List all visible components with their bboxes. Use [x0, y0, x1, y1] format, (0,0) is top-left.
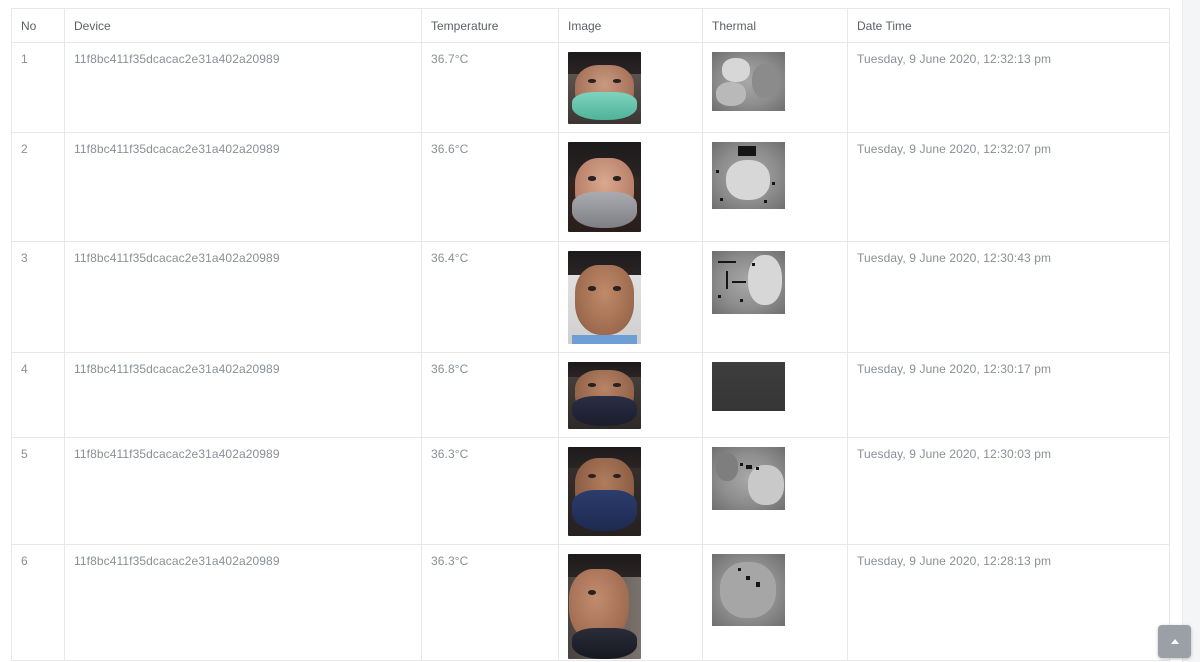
temperature-log-table-container: No Device Temperature Image Thermal Date… [11, 8, 1170, 661]
cell-thermal [702, 352, 848, 438]
table-row: 4 11f8bc411f35dcacac2e31a402a20989 36.8°… [11, 352, 1170, 438]
cell-thermal [702, 132, 848, 242]
cell-date-time: Tuesday, 9 June 2020, 12:30:17 pm [847, 352, 1170, 438]
thermal-image [712, 554, 785, 626]
table-row: 2 11f8bc411f35dcacac2e31a402a20989 36.6°… [11, 132, 1170, 242]
thermal-image [712, 52, 785, 111]
cell-no: 6 [11, 544, 65, 661]
cell-date-time: Tuesday, 9 June 2020, 12:32:07 pm [847, 132, 1170, 242]
column-header-no: No [11, 8, 65, 43]
column-header-date-time: Date Time [847, 8, 1170, 43]
cell-thermal [702, 437, 848, 545]
table-row: 6 11f8bc411f35dcacac2e31a402a20989 36.3°… [11, 544, 1170, 661]
column-header-device: Device [64, 8, 422, 43]
cell-image [558, 544, 703, 661]
face-photo [568, 554, 641, 659]
thermal-image [712, 447, 785, 510]
cell-temperature: 36.6°C [421, 132, 559, 242]
cell-temperature: 36.8°C [421, 352, 559, 438]
cell-thermal [702, 42, 848, 133]
face-photo [568, 142, 641, 232]
cell-device: 11f8bc411f35dcacac2e31a402a20989 [64, 42, 422, 133]
cell-thermal [702, 241, 848, 353]
thermal-image [712, 362, 785, 411]
scroll-to-top-button[interactable] [1158, 625, 1191, 658]
face-photo [568, 52, 641, 124]
cell-image [558, 132, 703, 242]
cell-no: 5 [11, 437, 65, 545]
cell-no: 3 [11, 241, 65, 353]
cell-device: 11f8bc411f35dcacac2e31a402a20989 [64, 241, 422, 353]
cell-device: 11f8bc411f35dcacac2e31a402a20989 [64, 544, 422, 661]
chevron-up-icon [1170, 638, 1180, 646]
cell-image [558, 241, 703, 353]
column-header-temperature: Temperature [421, 8, 559, 43]
cell-image [558, 42, 703, 133]
cell-device: 11f8bc411f35dcacac2e31a402a20989 [64, 437, 422, 545]
table-row: 3 11f8bc411f35dcacac2e31a402a20989 36.4°… [11, 241, 1170, 353]
cell-date-time: Tuesday, 9 June 2020, 12:32:13 pm [847, 42, 1170, 133]
column-header-image: Image [558, 8, 703, 43]
cell-no: 2 [11, 132, 65, 242]
cell-no: 1 [11, 42, 65, 133]
cell-date-time: Tuesday, 9 June 2020, 12:28:13 pm [847, 544, 1170, 661]
face-photo [568, 447, 641, 536]
cell-device: 11f8bc411f35dcacac2e31a402a20989 [64, 132, 422, 242]
cell-temperature: 36.4°C [421, 241, 559, 353]
cell-date-time: Tuesday, 9 June 2020, 12:30:43 pm [847, 241, 1170, 353]
temperature-log-table: No Device Temperature Image Thermal Date… [11, 8, 1170, 661]
cell-no: 4 [11, 352, 65, 438]
cell-temperature: 36.3°C [421, 544, 559, 661]
face-photo [568, 251, 641, 344]
column-header-thermal: Thermal [702, 8, 848, 43]
cell-image [558, 437, 703, 545]
table-row: 5 11f8bc411f35dcacac2e31a402a20989 36.3°… [11, 437, 1170, 545]
cell-device: 11f8bc411f35dcacac2e31a402a20989 [64, 352, 422, 438]
thermal-image [712, 251, 785, 314]
table-row: 1 11f8bc411f35dcacac2e31a402a20989 36.7°… [11, 42, 1170, 133]
cell-temperature: 36.3°C [421, 437, 559, 545]
cell-image [558, 352, 703, 438]
face-photo [568, 362, 641, 429]
cell-temperature: 36.7°C [421, 42, 559, 133]
page-scrollbar[interactable] [1182, 0, 1200, 662]
cell-date-time: Tuesday, 9 June 2020, 12:30:03 pm [847, 437, 1170, 545]
table-header-row: No Device Temperature Image Thermal Date… [11, 8, 1170, 43]
cell-thermal [702, 544, 848, 661]
thermal-image [712, 142, 785, 209]
